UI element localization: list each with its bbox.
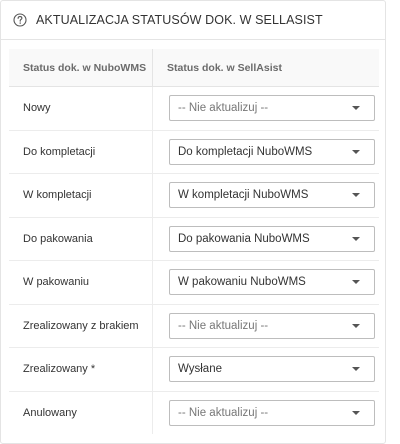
select-value: Do pakowania NuboWMS: [178, 232, 310, 245]
table-row: Anulowany -- Nie aktualizuj --: [9, 391, 379, 434]
chevron-down-icon: [352, 367, 360, 372]
panel-title: AKTUALIZACJA STATUSÓW DOK. W SELLASIST: [36, 13, 323, 27]
select-value: W pakowaniu NuboWMS: [178, 276, 306, 289]
panel-header: AKTUALIZACJA STATUSÓW DOK. W SELLASIST: [1, 1, 385, 40]
row-label: Anulowany: [9, 391, 153, 434]
select-value: -- Nie aktualizuj --: [178, 319, 269, 332]
row-label: Do pakowania: [9, 217, 153, 260]
status-select[interactable]: Wysłane: [169, 356, 375, 383]
table-row: W kompletacji W kompletacji NuboWMS: [9, 174, 379, 218]
table-row: Nowy -- Nie aktualizuj --: [9, 87, 379, 131]
status-select[interactable]: -- Nie aktualizuj --: [169, 95, 375, 122]
table-row: Zrealizowany z brakiem -- Nie aktualizuj…: [9, 304, 379, 348]
column-header-target: Status dok. w SellAsist: [167, 61, 282, 74]
select-value: -- Nie aktualizuj --: [178, 406, 269, 419]
chevron-down-icon: [352, 149, 360, 154]
select-value: Wysłane: [178, 363, 222, 376]
select-value: Do kompletacji NuboWMS: [178, 145, 313, 158]
column-header-source: Status dok. w NuboWMS: [9, 49, 153, 86]
chevron-down-icon: [352, 236, 360, 241]
table-row: W pakowaniu W pakowaniu NuboWMS: [9, 261, 379, 305]
chevron-down-icon: [352, 323, 360, 328]
table-row: Do pakowania Do pakowania NuboWMS: [9, 217, 379, 261]
select-value: -- Nie aktualizuj --: [178, 102, 269, 115]
select-value: W kompletacji NuboWMS: [178, 189, 309, 202]
row-label: Zrealizowany z brakiem: [9, 304, 153, 347]
table-header: Status dok. w NuboWMS Status dok. w Sell…: [9, 49, 379, 87]
help-circle-icon[interactable]: [13, 13, 27, 27]
table-row: Do kompletacji Do kompletacji NuboWMS: [9, 130, 379, 174]
chevron-down-icon: [352, 106, 360, 111]
table-row: Zrealizowany * Wysłane: [9, 348, 379, 392]
chevron-down-icon: [352, 193, 360, 198]
chevron-down-icon: [352, 410, 360, 415]
status-mapping-table: Status dok. w NuboWMS Status dok. w Sell…: [9, 49, 379, 434]
status-sync-panel: AKTUALIZACJA STATUSÓW DOK. W SELLASIST S…: [0, 0, 386, 444]
status-select[interactable]: W pakowaniu NuboWMS: [169, 269, 375, 296]
row-label: Nowy: [9, 87, 153, 130]
row-label: Zrealizowany *: [9, 348, 153, 391]
status-select[interactable]: -- Nie aktualizuj --: [169, 312, 375, 339]
row-label: W pakowaniu: [9, 261, 153, 304]
status-select[interactable]: W kompletacji NuboWMS: [169, 182, 375, 209]
row-label: W kompletacji: [9, 174, 153, 217]
chevron-down-icon: [352, 280, 360, 285]
row-label: Do kompletacji: [9, 130, 153, 173]
status-select[interactable]: Do pakowania NuboWMS: [169, 225, 375, 252]
status-select[interactable]: Do kompletacji NuboWMS: [169, 138, 375, 165]
status-select[interactable]: -- Nie aktualizuj --: [169, 399, 375, 426]
